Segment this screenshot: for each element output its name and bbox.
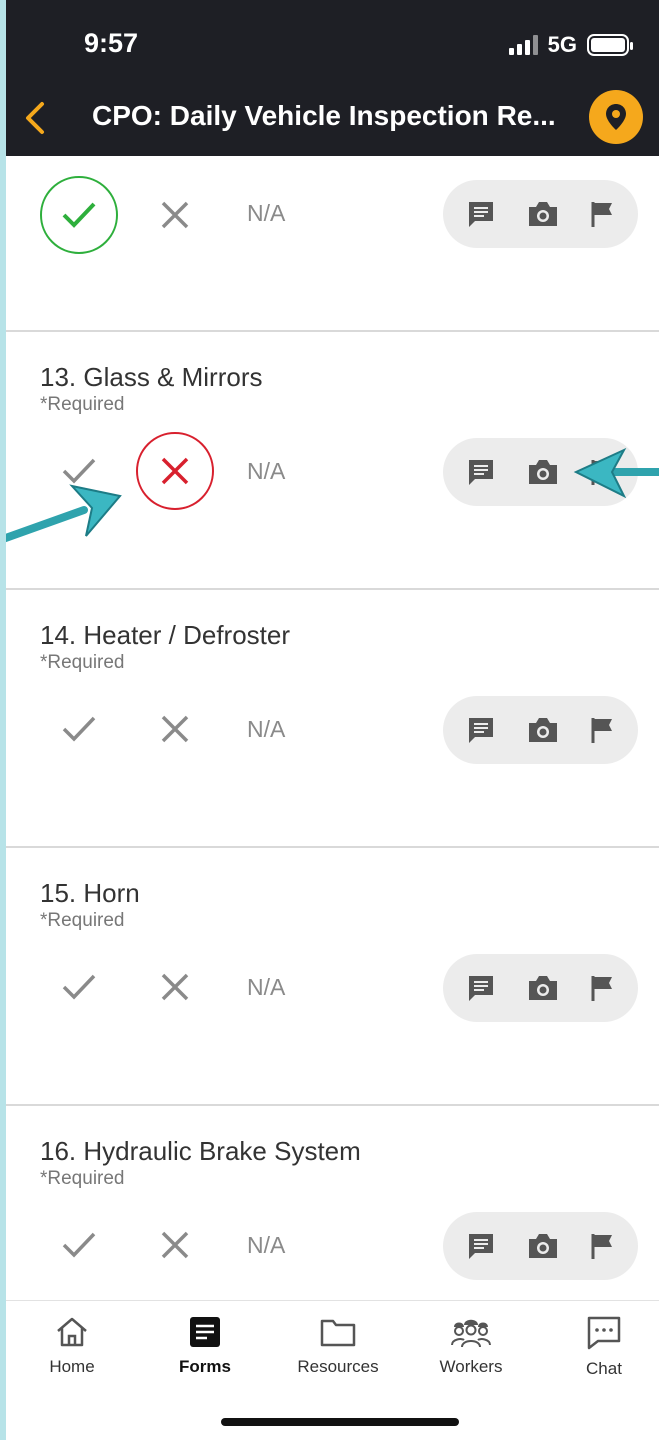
comment-button[interactable] (461, 1226, 501, 1266)
inspection-list[interactable]: N/A 13. Glass & Mirrors *Required N/A 14… (6, 156, 659, 1300)
camera-icon (529, 718, 557, 742)
flag-button[interactable] (583, 710, 623, 750)
network-label: 5G (547, 32, 577, 57)
comment-icon (469, 460, 493, 485)
na-option[interactable]: N/A (247, 974, 285, 1001)
required-label: *Required (40, 394, 125, 415)
top-bar: 9:57 5G CPO: Daily Vehicle Inspection Re… (6, 0, 659, 156)
item-divider (6, 1104, 659, 1106)
battery-icon (587, 34, 633, 56)
annotation-arrow-right (573, 447, 659, 499)
camera-button[interactable] (523, 194, 563, 234)
item-actions (443, 696, 638, 764)
comment-icon (469, 718, 493, 743)
annotation-arrow-left (6, 484, 122, 543)
item-actions (443, 1212, 638, 1280)
back-button[interactable] (16, 96, 56, 140)
status-time: 9:57 (84, 28, 139, 58)
item-title: 14. Heater / Defroster (40, 620, 290, 650)
flag-icon (591, 976, 612, 1001)
close-icon (161, 201, 189, 229)
camera-icon (529, 460, 557, 484)
comment-button[interactable] (461, 452, 501, 492)
close-icon (161, 1231, 189, 1259)
signal-icon (508, 35, 538, 55)
pass-option[interactable] (40, 948, 118, 1026)
item-actions (443, 180, 638, 248)
tab-forms[interactable]: Forms (145, 1315, 265, 1377)
flag-button[interactable] (583, 968, 623, 1008)
close-icon (161, 715, 189, 743)
workers-icon (451, 1319, 491, 1348)
camera-button[interactable] (523, 968, 563, 1008)
item-title: 15. Horn (40, 878, 140, 908)
pass-option[interactable] (40, 176, 118, 254)
fail-option[interactable] (136, 176, 214, 254)
home-icon (57, 1317, 87, 1347)
fail-option[interactable] (136, 690, 214, 768)
item-divider (6, 330, 659, 332)
pass-option[interactable] (40, 1206, 118, 1284)
camera-button[interactable] (523, 1226, 563, 1266)
comment-button[interactable] (461, 710, 501, 750)
folder-icon (320, 1319, 356, 1347)
forms-icon (190, 1317, 220, 1347)
camera-icon (529, 1234, 557, 1258)
camera-button[interactable] (523, 710, 563, 750)
close-icon (161, 457, 189, 485)
required-label: *Required (40, 1168, 125, 1189)
check-icon (62, 716, 96, 742)
tab-home[interactable]: Home (12, 1315, 132, 1377)
item-divider (6, 846, 659, 848)
na-option[interactable]: N/A (247, 1232, 285, 1259)
camera-icon (529, 976, 557, 1000)
check-icon (62, 974, 96, 1000)
home-indicator (221, 1418, 459, 1426)
item-actions (443, 954, 638, 1022)
flag-icon (591, 202, 612, 227)
map-pin-icon (606, 104, 626, 130)
comment-icon (469, 976, 493, 1001)
check-icon (62, 1232, 96, 1258)
tab-workers[interactable]: Workers (411, 1315, 531, 1377)
item-divider (6, 588, 659, 590)
comment-icon (469, 202, 493, 227)
tab-label: Workers (439, 1357, 503, 1376)
item-title: 16. Hydraulic Brake System (40, 1136, 361, 1166)
fail-option[interactable] (136, 1206, 214, 1284)
comment-button[interactable] (461, 968, 501, 1008)
chat-icon (587, 1316, 621, 1350)
comment-button[interactable] (461, 194, 501, 234)
flag-button[interactable] (583, 194, 623, 234)
app-screen: 9:57 5G CPO: Daily Vehicle Inspection Re… (6, 0, 659, 1440)
camera-icon (529, 202, 557, 226)
comment-icon (469, 1234, 493, 1259)
close-icon (161, 973, 189, 1001)
required-label: *Required (40, 652, 125, 673)
flag-icon (591, 1234, 612, 1259)
page-title: CPO: Daily Vehicle Inspection Re... (92, 100, 556, 131)
fail-option[interactable] (136, 432, 214, 510)
tab-label: Resources (297, 1357, 379, 1376)
location-button[interactable] (589, 90, 643, 144)
pass-option[interactable] (40, 690, 118, 768)
tab-label: Forms (179, 1357, 231, 1376)
required-label: *Required (40, 910, 125, 931)
tab-chat[interactable]: Chat (544, 1315, 659, 1379)
camera-button[interactable] (523, 452, 563, 492)
na-option[interactable]: N/A (247, 200, 285, 227)
check-icon (62, 202, 96, 228)
item-title: 13. Glass & Mirrors (40, 362, 263, 392)
flag-icon (591, 718, 612, 743)
tab-resources[interactable]: Resources (278, 1315, 398, 1377)
tab-label: Home (49, 1357, 95, 1376)
fail-option[interactable] (136, 948, 214, 1026)
chevron-left-icon (26, 102, 44, 134)
status-indicators: 5G (508, 32, 633, 58)
tab-label: Chat (586, 1359, 622, 1378)
na-option[interactable]: N/A (247, 716, 285, 743)
na-option[interactable]: N/A (247, 458, 285, 485)
flag-button[interactable] (583, 1226, 623, 1266)
